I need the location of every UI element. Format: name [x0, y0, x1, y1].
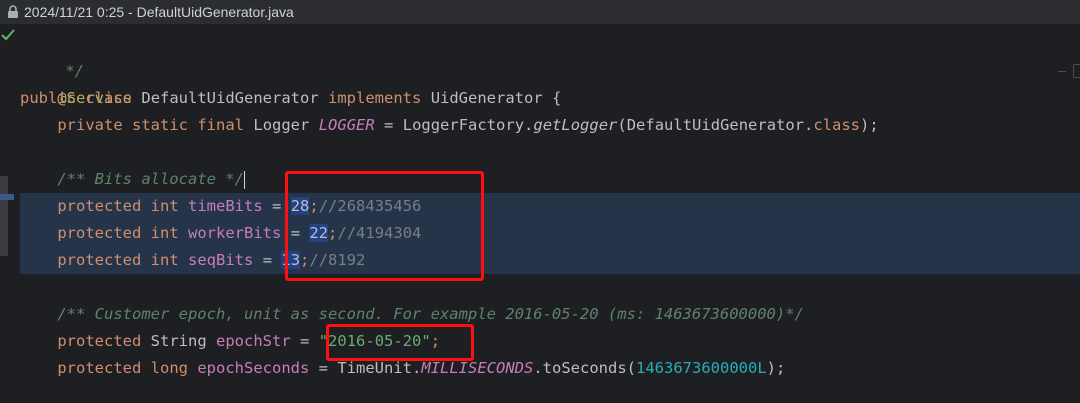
- method-call: getLogger: [533, 116, 618, 134]
- keyword: protected: [57, 197, 142, 215]
- field-name: seqBits: [188, 251, 254, 269]
- punctuation: );: [860, 116, 879, 134]
- method-call: .toSeconds(: [533, 359, 636, 377]
- static-constant: MILLISECONDS: [421, 359, 534, 377]
- fold-icon[interactable]: [1073, 64, 1080, 78]
- code-line: */: [28, 31, 84, 80]
- text-caret: [243, 170, 245, 189]
- class-ref: TimeUnit.: [337, 359, 422, 377]
- keyword: static: [132, 116, 188, 134]
- operator: =: [272, 197, 282, 215]
- keyword: int: [150, 224, 179, 242]
- keyword: implements: [328, 89, 422, 107]
- keyword: public: [20, 89, 76, 107]
- operator: =: [300, 332, 310, 350]
- operator: =: [262, 251, 273, 269]
- args: (DefaultUidGenerator.: [617, 116, 814, 134]
- keyword: protected: [57, 332, 142, 350]
- code-line: @Service: [20, 58, 132, 107]
- interface-name: UidGenerator: [430, 89, 543, 107]
- gutter-scroll-marker: [0, 176, 8, 256]
- keyword: final: [197, 116, 245, 134]
- lock-icon: [8, 5, 18, 18]
- keyword: int: [150, 251, 179, 269]
- static-field: LOGGER: [318, 116, 375, 134]
- keyword: int: [150, 197, 179, 215]
- class-ref: LoggerFactory.: [402, 116, 534, 134]
- keyword: protected: [57, 251, 142, 269]
- operator: =: [384, 116, 394, 134]
- field-name: epochSeconds: [197, 359, 310, 377]
- file-tab-title[interactable]: 2024/11/21 0:25 - DefaultUidGenerator.ja…: [24, 4, 294, 20]
- doc-comment: /** Customer epoch, unit as second. For …: [57, 305, 804, 323]
- keyword: protected: [57, 224, 142, 242]
- code-line: private static final Logger LOGGER = Log…: [20, 112, 879, 139]
- doc-comment: /** Bits allocate */: [57, 170, 244, 188]
- check-icon: [1, 29, 15, 41]
- type-name: Logger: [253, 116, 310, 134]
- brace: {: [552, 89, 562, 107]
- red-highlight-box: [326, 324, 474, 361]
- keyword: protected: [57, 359, 142, 377]
- file-tab-bar: 2024/11/21 0:25 - DefaultUidGenerator.ja…: [0, 0, 1080, 24]
- field-name: timeBits: [188, 197, 263, 215]
- code-line: /** Bits allocate */: [20, 166, 245, 193]
- keyword: class: [813, 116, 861, 134]
- class-name: DefaultUidGenerator: [141, 89, 319, 107]
- operator: =: [318, 359, 329, 377]
- red-highlight-box: [285, 171, 484, 281]
- field-name: epochStr: [216, 332, 291, 350]
- code-editor[interactable]: */ @Service public class DefaultUidGener…: [0, 24, 1080, 403]
- field-name: workerBits: [188, 224, 282, 242]
- fold-guide: [1058, 71, 1066, 72]
- keyword: private: [57, 116, 123, 134]
- keyword: class: [85, 89, 133, 107]
- punctuation: );: [766, 359, 786, 377]
- code-line: public class DefaultUidGenerator impleme…: [20, 85, 561, 112]
- keyword: long: [150, 359, 188, 377]
- type-name: String: [150, 332, 207, 350]
- gutter-change-marker: [0, 194, 14, 200]
- number-literal: 1463673600000L: [636, 359, 767, 377]
